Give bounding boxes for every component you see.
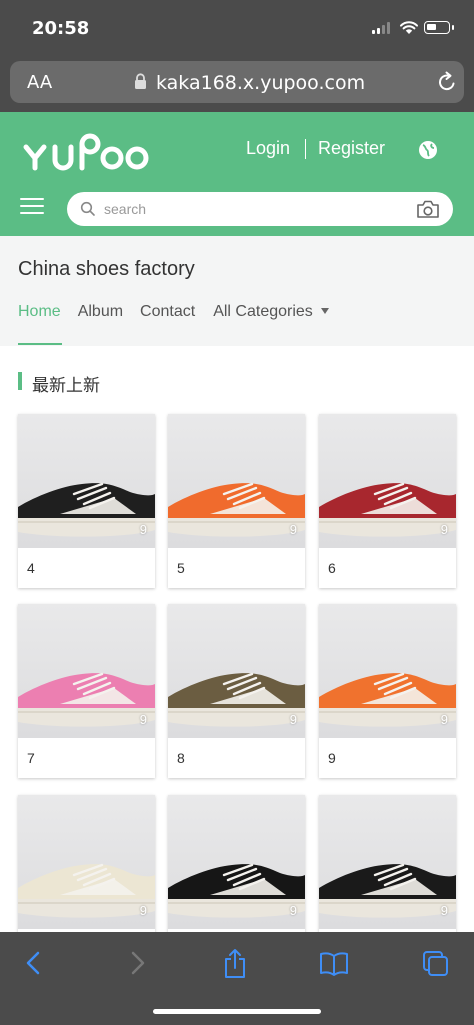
album-cover-image[interactable]: 9 [168, 795, 305, 929]
home-indicator [153, 1009, 321, 1014]
album-card[interactable]: 9 [18, 795, 155, 932]
album-cover-image[interactable]: 9 [168, 414, 305, 548]
album-cover-image[interactable]: 9 [18, 414, 155, 548]
sneaker-image [319, 482, 456, 537]
url-text: kaka168.x.yupoo.com [156, 72, 366, 94]
album-card[interactable]: 97 [18, 604, 155, 778]
menu-icon[interactable] [20, 198, 44, 219]
status-bar: 20:58 [0, 0, 474, 58]
album-card[interactable]: 9 [168, 795, 305, 932]
album-cover-image[interactable]: 9 [319, 604, 456, 738]
album-card[interactable]: 98 [168, 604, 305, 778]
section-title: 最新上新 [32, 376, 100, 395]
bookmarks-icon[interactable] [319, 948, 349, 978]
divider [305, 139, 306, 159]
album-card[interactable]: 99 [319, 604, 456, 778]
lock-icon [135, 73, 146, 89]
photo-count: 9 [289, 903, 297, 918]
photo-count: 9 [139, 712, 147, 727]
photo-count: 9 [289, 522, 297, 537]
album-cover-image[interactable]: 9 [319, 795, 456, 929]
album-title: 9 [328, 750, 336, 766]
reload-icon[interactable] [437, 71, 457, 93]
url-field[interactable]: AA kaka168.x.yupoo.com [10, 61, 464, 103]
album-card[interactable]: 96 [319, 414, 456, 588]
signal-icon [372, 22, 390, 34]
sneaker-image [168, 482, 305, 537]
tab-home[interactable]: Home [18, 303, 61, 321]
photo-count: 9 [440, 522, 448, 537]
photo-count: 9 [440, 712, 448, 727]
tabs-icon[interactable] [421, 948, 449, 978]
clock: 20:58 [32, 18, 90, 39]
tab-all-categories[interactable]: All Categories [213, 303, 313, 321]
album-title: 4 [27, 560, 35, 576]
album-title: 7 [27, 750, 35, 766]
album-title: 8 [177, 750, 185, 766]
browser-address-bar: AA kaka168.x.yupoo.com [0, 58, 474, 112]
album-card[interactable]: 9 [319, 795, 456, 932]
shop-header: China shoes factory Home Album Contact A… [0, 236, 474, 346]
photo-count: 9 [440, 903, 448, 918]
album-card[interactable]: 94 [18, 414, 155, 588]
album-cover-image[interactable]: 9 [319, 414, 456, 548]
register-link[interactable]: Register [318, 138, 385, 159]
shop-nav: Home Album Contact All Categories [18, 303, 313, 321]
forward-icon[interactable] [126, 948, 148, 978]
album-cover-image[interactable]: 9 [18, 604, 155, 738]
album-title: 5 [177, 560, 185, 576]
sneaker-image [18, 672, 155, 727]
photo-count: 9 [139, 522, 147, 537]
battery-icon [424, 21, 454, 34]
sneaker-image [18, 863, 155, 918]
sneaker-image [168, 672, 305, 727]
camera-icon[interactable] [416, 198, 440, 220]
sneaker-image [319, 863, 456, 918]
back-icon[interactable] [23, 948, 45, 978]
sneaker-image [18, 482, 155, 537]
login-link[interactable]: Login [246, 138, 290, 159]
chevron-down-icon[interactable] [321, 308, 329, 314]
sneaker-image [319, 672, 456, 727]
photo-count: 9 [289, 712, 297, 727]
album-cover-image[interactable]: 9 [168, 604, 305, 738]
yupoo-logo[interactable] [22, 132, 152, 172]
shop-name: China shoes factory [18, 258, 195, 280]
album-title: 6 [328, 560, 336, 576]
photo-count: 9 [139, 903, 147, 918]
album-cover-image[interactable]: 9 [18, 795, 155, 929]
search-icon [80, 201, 95, 216]
share-icon[interactable] [222, 948, 248, 980]
globe-icon[interactable] [418, 140, 438, 160]
active-tab-indicator [18, 343, 62, 345]
album-card[interactable]: 95 [168, 414, 305, 588]
sneaker-image [168, 863, 305, 918]
browser-toolbar [0, 932, 474, 1025]
wifi-icon [400, 21, 418, 34]
search-bar [67, 192, 453, 226]
main-content: 最新上新 949596979899999 [0, 346, 474, 932]
search-input[interactable] [104, 197, 404, 221]
site-header: Login Register [0, 112, 474, 236]
tab-contact[interactable]: Contact [140, 303, 195, 321]
text-size-button[interactable]: AA [27, 72, 52, 93]
tab-album[interactable]: Album [78, 303, 123, 321]
section-marker [18, 372, 22, 390]
